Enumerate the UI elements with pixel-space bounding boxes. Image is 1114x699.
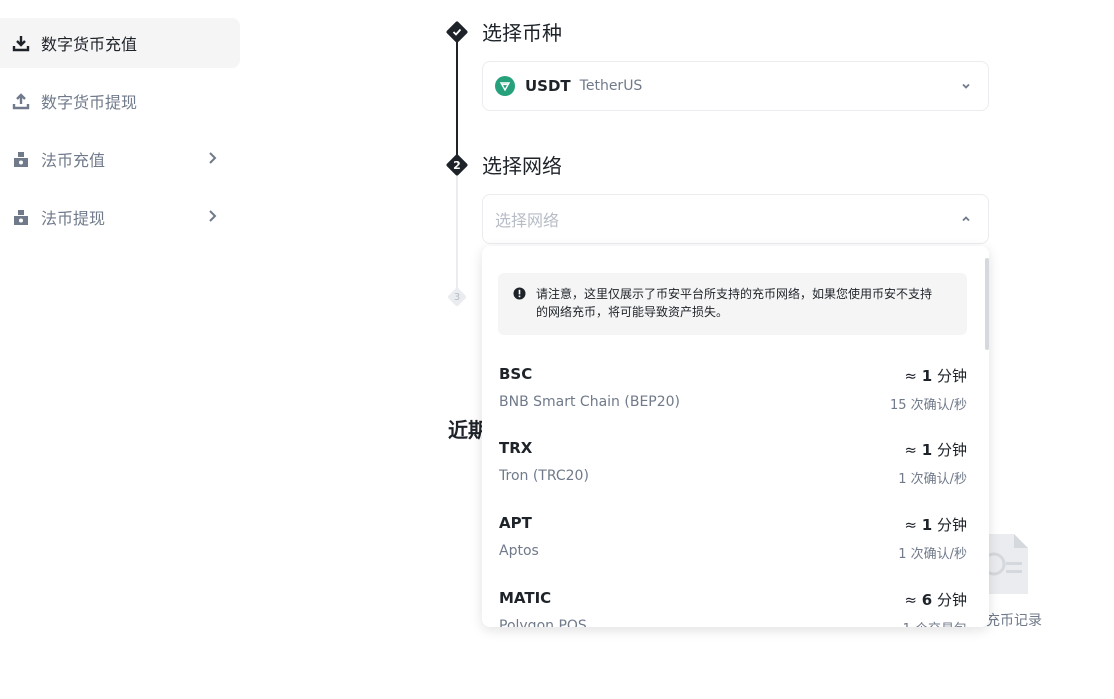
arrival-time-value: 6: [921, 591, 933, 609]
network-full-name: Aptos: [499, 543, 539, 559]
step-2-title: 选择网络: [482, 154, 562, 178]
sidebar-item-fiat-deposit[interactable]: 法币充值: [0, 134, 240, 184]
dropdown-scrollbar[interactable]: [985, 258, 989, 350]
network-option-bsc[interactable]: BSC BNB Smart Chain (BEP20) ≈ 1 分钟 15 次确…: [499, 365, 967, 431]
chevron-up-icon: [962, 216, 970, 222]
network-code: BSC: [499, 365, 533, 383]
sidebar: 数字货币充值 数字货币提现 法币充值 法币提现: [0, 18, 240, 250]
check-icon: [446, 21, 468, 43]
arrival-time-unit: 分钟: [936, 591, 967, 609]
coin-name: TetherUS: [579, 78, 643, 94]
step-line-pending: [456, 174, 458, 292]
empty-document-icon: [982, 534, 1028, 594]
sidebar-item-crypto-deposit[interactable]: 数字货币充值: [0, 18, 240, 68]
empty-records-text: 充币记录: [986, 613, 1042, 629]
arrival-time-unit: 分钟: [936, 516, 967, 534]
network-full-name: Tron (TRC20): [499, 468, 589, 484]
sidebar-item-label: 数字货币提现: [41, 93, 138, 112]
network-arrival-time: ≈ 6 分钟: [904, 591, 967, 609]
arrival-time-unit: 分钟: [936, 441, 967, 459]
network-dropdown: 请注意，这里仅展示了币安平台所支持的充币网络，如果您使用币安不支持 的网络充币，…: [482, 246, 989, 627]
sidebar-item-fiat-withdraw[interactable]: 法币提现: [0, 192, 240, 242]
network-arrival-time: ≈ 1 分钟: [904, 516, 967, 534]
network-confirmations: 1 个交易包: [903, 618, 967, 627]
coin-symbol: USDT: [525, 77, 571, 95]
network-select-placeholder: 选择网络: [495, 211, 560, 230]
alert-icon: [513, 287, 526, 300]
sidebar-item-label: 数字货币充值: [41, 35, 138, 54]
fiat-deposit-icon: [12, 150, 30, 168]
chevron-right-icon: [209, 210, 217, 222]
coin-select[interactable]: USDT TetherUS: [482, 61, 989, 111]
arrival-time-value: 1: [921, 516, 933, 534]
step-line-completed: [456, 40, 458, 160]
network-arrival-time: ≈ 1 分钟: [904, 441, 967, 459]
chevron-down-icon: [962, 83, 970, 89]
network-arrival-time: ≈ 1 分钟: [904, 367, 967, 385]
network-option-apt[interactable]: APT Aptos ≈ 1 分钟 1 次确认/秒: [499, 514, 967, 580]
network-code: APT: [499, 514, 532, 532]
step-2-number: 2: [453, 158, 461, 172]
arrival-time-value: 1: [921, 367, 933, 385]
arrival-time-value: 1: [921, 441, 933, 459]
network-confirmations: 15 次确认/秒: [889, 398, 967, 413]
network-option-trx[interactable]: TRX Tron (TRC20) ≈ 1 分钟 1 次确认/秒: [499, 439, 967, 505]
upload-icon: [12, 92, 30, 110]
chevron-right-icon: [209, 152, 217, 164]
usdt-coin-icon: [495, 76, 515, 96]
step-1-title: 选择币种: [482, 21, 562, 45]
fiat-withdraw-icon: [12, 208, 30, 226]
notice-line-2: 的网络充币，将可能导致资产损失。: [536, 305, 729, 319]
arrival-time-unit: 分钟: [936, 367, 967, 385]
download-icon: [12, 34, 30, 52]
network-option-matic[interactable]: MATIC Polygon POS ≈ 6 分钟 1 个交易包: [499, 589, 967, 627]
sidebar-item-label: 法币充值: [41, 151, 106, 170]
network-full-name: BNB Smart Chain (BEP20): [499, 394, 681, 410]
network-notice: 请注意，这里仅展示了币安平台所支持的充币网络，如果您使用币安不支持 的网络充币，…: [498, 273, 967, 335]
network-select[interactable]: 选择网络: [482, 194, 989, 244]
network-confirmations: 1 次确认/秒: [898, 472, 967, 487]
network-code: MATIC: [499, 589, 552, 607]
network-code: TRX: [499, 439, 533, 457]
step-3-number: 3: [453, 291, 461, 303]
network-confirmations: 1 次确认/秒: [898, 547, 967, 562]
notice-line-1: 请注意，这里仅展示了币安平台所支持的充币网络，如果您使用币安不支持: [536, 287, 933, 301]
sidebar-item-label: 法币提现: [41, 209, 106, 228]
sidebar-item-crypto-withdraw[interactable]: 数字货币提现: [0, 76, 240, 126]
network-full-name: Polygon POS: [499, 618, 587, 627]
